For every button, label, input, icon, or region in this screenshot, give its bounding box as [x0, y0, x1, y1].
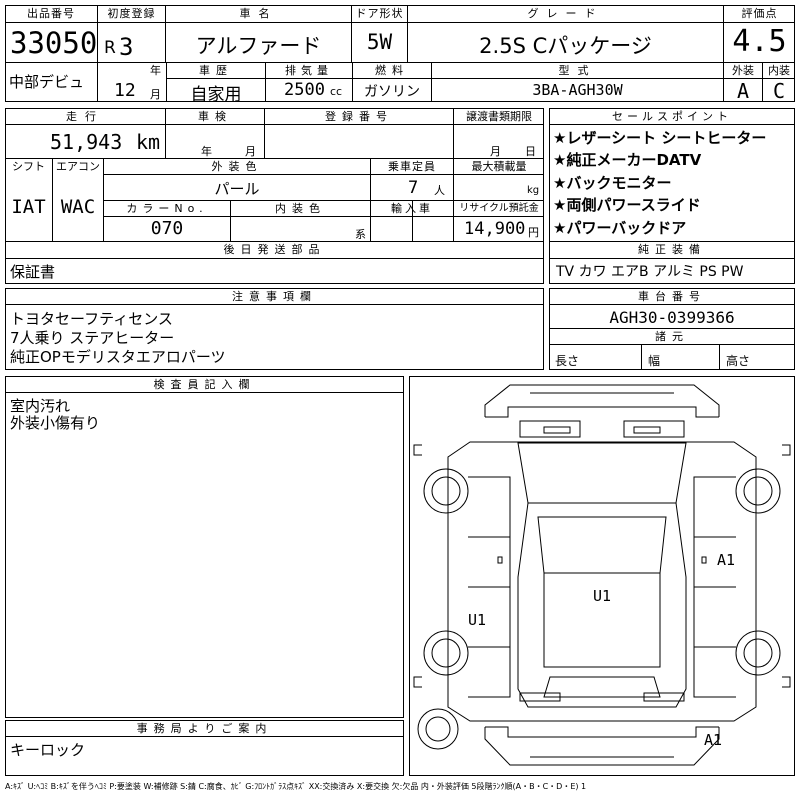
- model-label: 型式: [558, 64, 597, 77]
- fuel-label: 燃料: [375, 64, 409, 77]
- office-label: 事務局よりご案内: [136, 722, 273, 735]
- capacity-unit: 人: [434, 184, 445, 197]
- ac-label: エアコン: [56, 160, 100, 173]
- mileage-label: 走行: [66, 110, 104, 123]
- displacement-label: 排気量: [285, 64, 333, 77]
- equipment-label: 純正装備: [638, 243, 706, 256]
- year: 3: [119, 33, 134, 61]
- chassis-label: 車台番号: [638, 290, 706, 303]
- chassis-value: AGH30-0399366: [609, 308, 735, 327]
- shift: IAT: [11, 196, 46, 218]
- office-value: キーロック: [10, 741, 86, 759]
- mileage-unit: km: [136, 130, 161, 154]
- capacity: 7: [408, 178, 419, 198]
- damage-mark-u1-left: U1: [468, 611, 487, 629]
- exterior-grade: A: [736, 79, 750, 103]
- year-unit: 年: [150, 64, 161, 77]
- max-load-unit: kg: [527, 185, 540, 196]
- sales-point-2: ★純正メーカーDATV: [553, 151, 702, 169]
- interior-grade: C: [772, 79, 786, 103]
- max-load-label: 最大積載量: [471, 160, 527, 173]
- shift-label: シフト: [12, 160, 45, 173]
- score: 4.5: [732, 24, 787, 59]
- sales-point-4: ★両側パワースライド: [553, 196, 701, 214]
- later-parts: 保証書: [10, 263, 56, 281]
- reg-no-label: 登録番号: [325, 110, 393, 123]
- era: R: [104, 38, 116, 58]
- month-unit: 月: [150, 88, 161, 101]
- car-diagram: A1 U1 U1 A1: [409, 376, 795, 776]
- lot-no-label: 出品番号: [27, 7, 75, 20]
- history: 自家用: [190, 85, 242, 105]
- color-no-label: カラーNo.: [126, 202, 208, 215]
- transfer-day-unit: 日: [525, 145, 536, 158]
- fuel: ガソリン: [364, 84, 420, 100]
- height-label: 高さ: [726, 354, 751, 368]
- damage-mark-a1-right: A1: [717, 551, 736, 569]
- equipment-value: TV カワ エアB アルミ PS PW: [556, 264, 744, 280]
- sales-point-5: ★パワーバックドア: [553, 219, 687, 237]
- note-line-1: トヨタセーフティセンス: [10, 310, 173, 328]
- dims-label: 諸元: [655, 330, 689, 343]
- door: 5W: [366, 30, 393, 54]
- ac: WAC: [60, 196, 96, 218]
- inspection-label: 車検: [198, 110, 232, 123]
- interior-color-unit: 系: [355, 228, 366, 241]
- history-label: 車歴: [199, 64, 233, 77]
- recycle-label: リサイクル預託金: [459, 203, 539, 214]
- first-reg-label: 初度登録: [107, 7, 156, 20]
- car-name-label: 車名: [239, 7, 278, 20]
- transfer-month-unit: 月: [490, 145, 501, 158]
- damage-mark-a1-rear: A1: [704, 731, 723, 749]
- sales-point-3: ★バックモニター: [553, 174, 672, 192]
- capacity-label: 乗車定員: [388, 160, 436, 173]
- grade-label: グレード: [527, 7, 604, 20]
- debut-label: 中部デビュ: [9, 73, 85, 91]
- exterior-color: パール: [214, 180, 260, 198]
- note-line-3: 純正OPモデリスタエアロパーツ: [10, 348, 226, 366]
- car-diagram-svg: [413, 384, 791, 766]
- inspection-month-unit: 月: [245, 145, 256, 158]
- sales-point-1: ★レザーシート シートヒーター: [553, 129, 767, 147]
- exterior-color-label: 外装色: [211, 160, 263, 173]
- mileage: 51,943: [50, 130, 123, 154]
- displacement-unit: cc: [330, 85, 343, 98]
- model: 3BA-AGH30W: [532, 81, 623, 99]
- notes-label: 注意事項欄: [232, 290, 317, 303]
- recycle-unit: 円: [528, 226, 539, 239]
- width-label: 幅: [648, 354, 661, 368]
- exterior-grade-label: 外装: [732, 64, 754, 77]
- grade: 2.5S Cパッケージ: [479, 34, 652, 58]
- recycle: 14,900: [464, 219, 526, 239]
- color-no: 070: [150, 218, 184, 239]
- inspector-label: 検査員記入欄: [153, 378, 256, 391]
- import-label: 輸入車: [391, 202, 433, 215]
- door-label: ドア形状: [355, 7, 404, 20]
- car-name: アルファード: [195, 34, 322, 58]
- inspection-year-unit: 年: [201, 145, 212, 158]
- sales-points-label: セールスポイント: [612, 110, 732, 123]
- inspector-line-2: 外装小傷有り: [10, 414, 101, 432]
- note-line-2: 7人乗り ステアヒーター: [10, 329, 175, 347]
- transfer-label: 譲渡書類期限: [466, 110, 532, 123]
- legend-footer: A:ｷｽﾞ U:ﾍｺﾐ B:ｷｽﾞを伴うﾍｺﾐ P:要塗装 W:補修跡 S:錆 …: [5, 782, 587, 791]
- lot-no: 33050: [10, 26, 98, 60]
- later-parts-label: 後日発送部品: [223, 243, 326, 256]
- length-label: 長さ: [555, 354, 580, 368]
- interior-color-label: 内装色: [275, 202, 326, 215]
- interior-grade-label: 内装: [768, 64, 790, 77]
- displacement: 2500: [284, 80, 325, 100]
- damage-mark-u1-roof: U1: [593, 587, 612, 605]
- month: 12: [114, 80, 136, 101]
- score-label: 評価点: [741, 7, 778, 20]
